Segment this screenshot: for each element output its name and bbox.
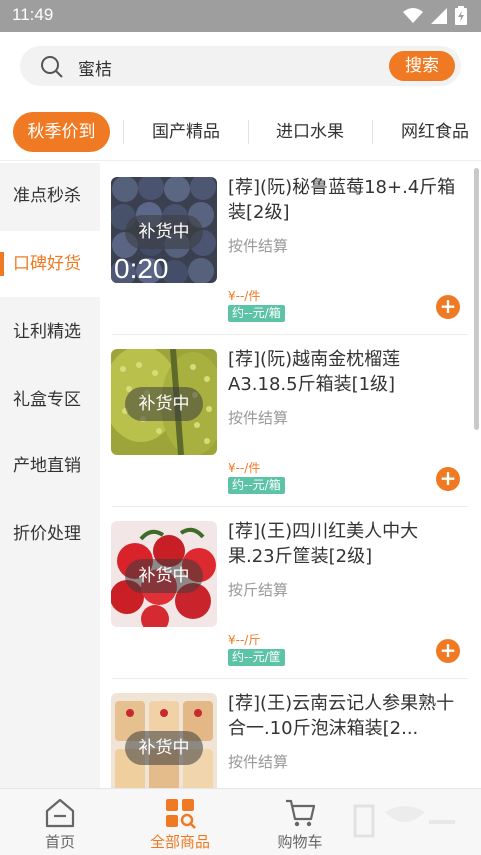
product-title[interactable]: [荐](阮)越南金枕榴莲A3.18.5斤箱装[1级]: [228, 347, 464, 397]
add-to-cart-button[interactable]: +: [436, 295, 460, 319]
product-title[interactable]: [荐](王)四川红美人中大果.23斤筐装[2级]: [228, 519, 464, 569]
category-divider: [123, 120, 124, 144]
product-image-durian[interactable]: 补货中: [111, 349, 217, 455]
product-billing-unit: 按件结算: [228, 237, 289, 255]
add-to-cart-button[interactable]: +: [436, 467, 460, 491]
product-unit-price-tag: 约--元/箱: [228, 305, 285, 322]
nav-label-all-products: 全部商品: [149, 833, 210, 851]
scrollbar[interactable]: [474, 168, 479, 430]
product-image-pepino[interactable]: 补货中: [111, 693, 217, 788]
countdown-timer: 0:20: [114, 253, 169, 283]
restocking-badge: 补货中: [125, 731, 203, 765]
sidebar-item-top-rated[interactable]: 口碑好货: [0, 231, 100, 297]
product-billing-unit: 按斤结算: [228, 581, 289, 599]
plus-icon: +: [439, 638, 457, 662]
product-item[interactable]: 补货中 [荐](王)四川红美人中大果.23斤筐装[2级] 按斤结算 ¥--/斤 …: [100, 507, 468, 679]
home-icon: [45, 798, 75, 828]
nav-label-home: 首页: [44, 833, 75, 851]
grid-search-icon: [166, 799, 196, 829]
search-input[interactable]: 蜜桔: [78, 55, 112, 80]
nav-item-home[interactable]: 首页: [0, 789, 120, 855]
plus-icon: +: [439, 294, 457, 318]
product-unit-price-tag: 约--元/筐: [228, 649, 285, 666]
product-image-blueberry[interactable]: 补货中 0:20: [111, 177, 217, 283]
product-unit-price-tag: 约--元/箱: [228, 477, 285, 494]
category-tab-domestic[interactable]: 国产精品: [136, 112, 236, 152]
product-list: 补货中 0:20 [荐](阮)秘鲁蓝莓18+.4斤箱装[2级] 按件结算 ¥--…: [100, 163, 481, 788]
restocking-badge: 补货中: [125, 559, 203, 593]
product-image-citrus[interactable]: 补货中: [111, 521, 217, 627]
search-button[interactable]: 搜索: [389, 51, 455, 81]
sidebar-item-clearance[interactable]: 折价处理: [0, 501, 100, 567]
plus-icon: +: [439, 466, 457, 490]
add-to-cart-button[interactable]: +: [436, 639, 460, 663]
category-tab-autumn[interactable]: 秋季价到: [13, 112, 110, 152]
wifi-icon: [403, 7, 423, 23]
status-icons: [403, 6, 467, 25]
product-price: ¥--/斤: [228, 633, 261, 647]
product-item[interactable]: 补货中 [荐](王)云南云记人参果熟十合一.10斤泡沫箱装[2... 按件结算: [100, 679, 468, 788]
product-price: ¥--/件: [228, 461, 261, 475]
product-title[interactable]: [荐](阮)秘鲁蓝莓18+.4斤箱装[2级]: [228, 175, 464, 225]
sidebar-item-flash-sale[interactable]: 准点秒杀: [0, 163, 100, 229]
status-bar: 11:49: [0, 0, 481, 32]
restocking-badge: 补货中: [125, 387, 203, 421]
product-title[interactable]: [荐](王)云南云记人参果熟十合一.10斤泡沫箱装[2...: [228, 691, 464, 741]
category-divider: [372, 120, 373, 144]
search-icon: [41, 56, 63, 78]
restocking-badge: 补货中: [125, 215, 203, 249]
nav-item-all-products[interactable]: 全部商品: [120, 789, 240, 855]
sidebar: 准点秒杀 口碑好货 让利精选 礼盒专区 产地直销 折价处理: [0, 163, 100, 788]
battery-icon: [455, 6, 467, 25]
status-time: 11:49: [12, 5, 54, 24]
product-item[interactable]: 补货中 [荐](阮)越南金枕榴莲A3.18.5斤箱装[1级] 按件结算 ¥--/…: [100, 335, 468, 507]
cart-icon: [286, 799, 316, 827]
category-tab-trending[interactable]: 网红食品: [385, 112, 481, 152]
category-tabs: 秋季价到 国产精品 进口水果 网红食品: [0, 106, 481, 160]
category-divider: [248, 120, 249, 144]
product-billing-unit: 按件结算: [228, 753, 289, 771]
product-item[interactable]: 补货中 0:20 [荐](阮)秘鲁蓝莓18+.4斤箱装[2级] 按件结算 ¥--…: [100, 163, 468, 335]
search-bar[interactable]: 蜜桔 搜索: [20, 46, 461, 86]
category-tab-imported[interactable]: 进口水果: [260, 112, 360, 152]
category-divider-line: [0, 160, 481, 161]
watermark-logo: [325, 792, 475, 852]
sidebar-item-direct-origin[interactable]: 产地直销: [0, 433, 100, 499]
sidebar-item-discount-picks[interactable]: 让利精选: [0, 299, 100, 365]
signal-icon: [431, 7, 447, 24]
product-price: ¥--/件: [228, 289, 261, 303]
product-billing-unit: 按件结算: [228, 409, 289, 427]
sidebar-item-gift-boxes[interactable]: 礼盒专区: [0, 367, 100, 433]
